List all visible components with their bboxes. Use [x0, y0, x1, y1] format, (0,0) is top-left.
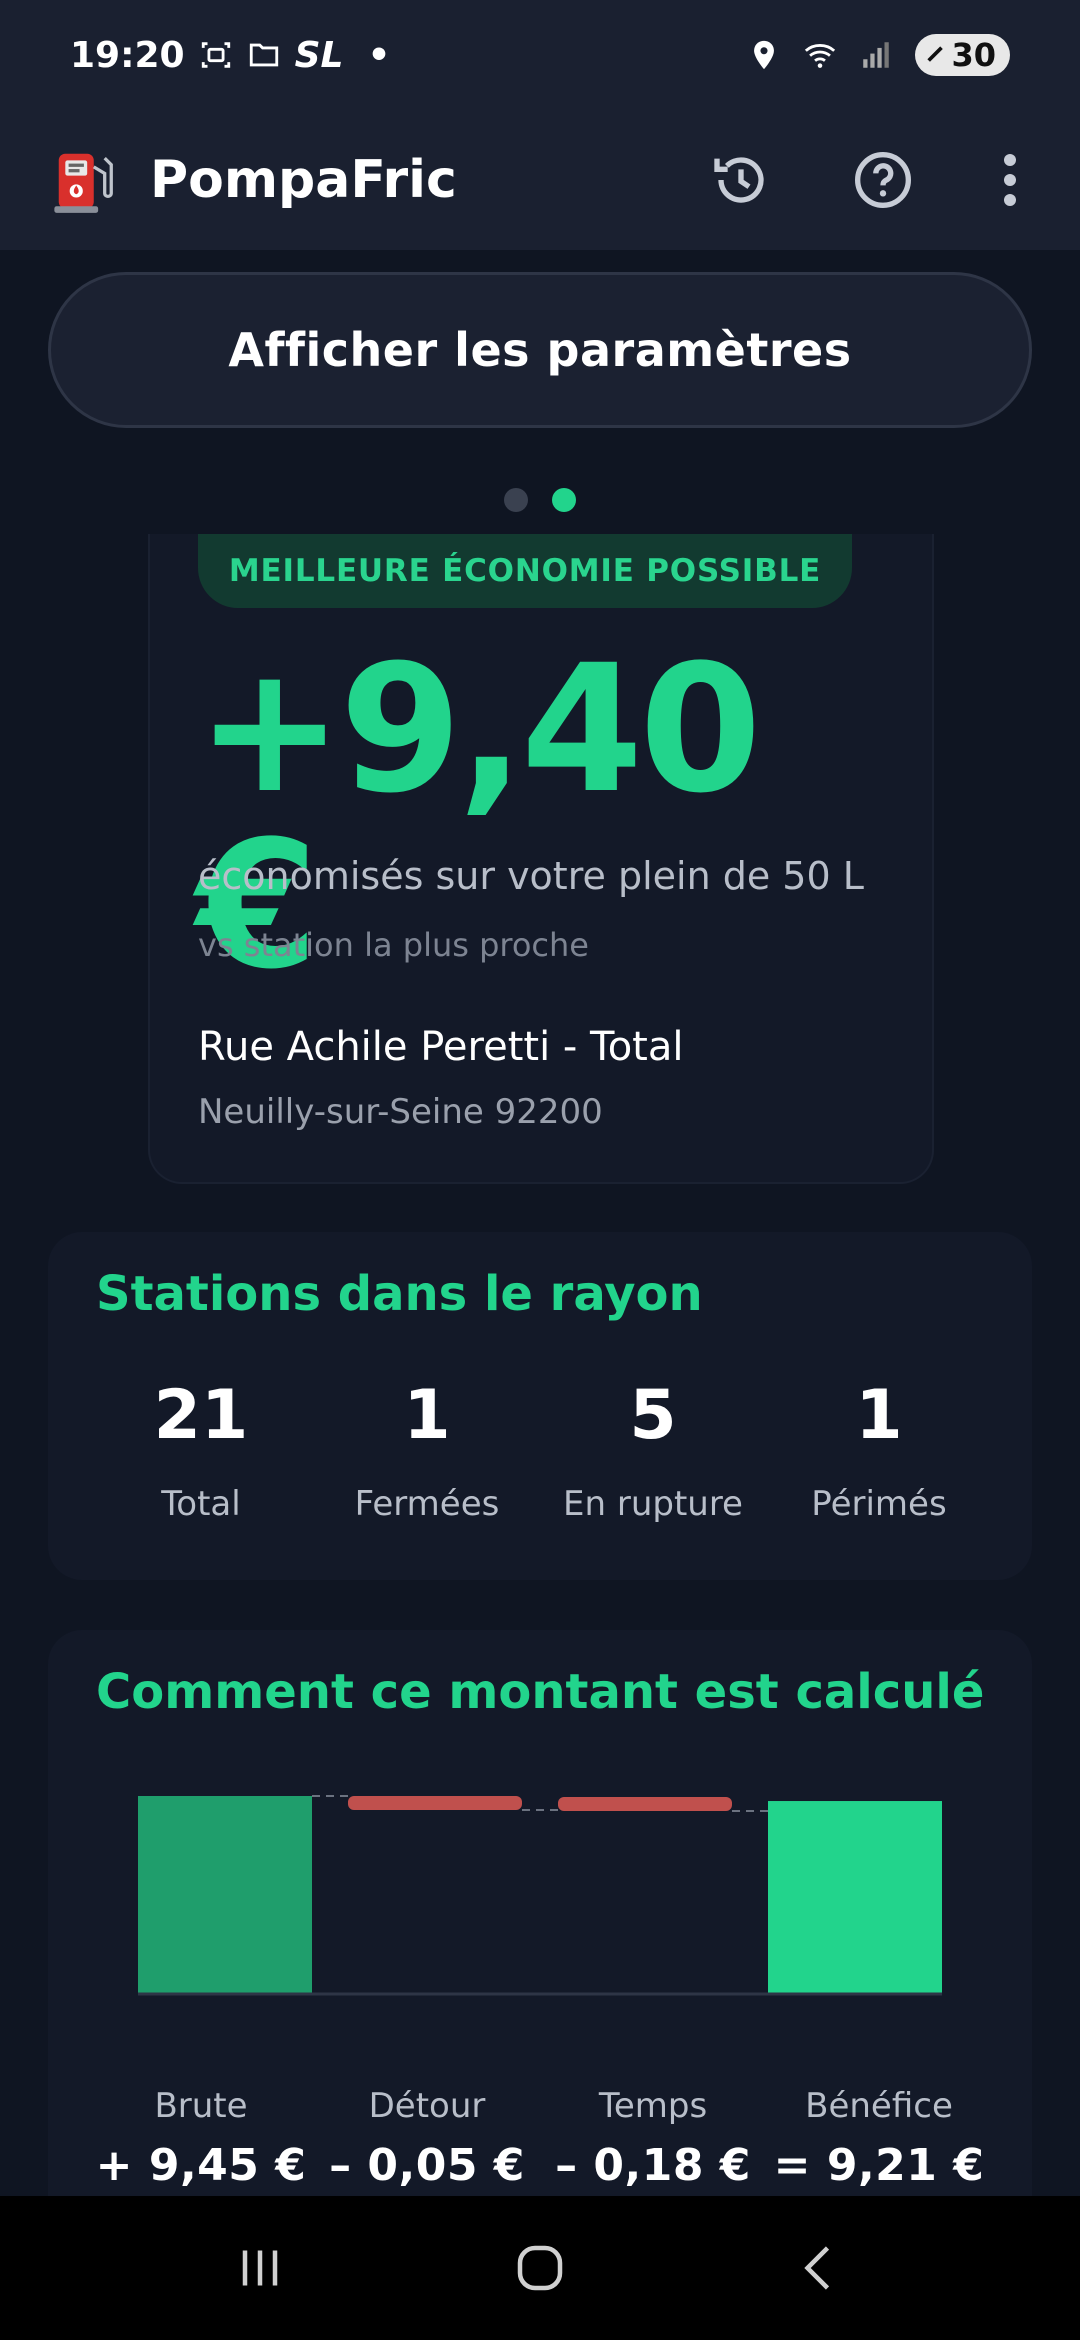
pager-indicator [504, 488, 576, 512]
home-button[interactable] [495, 2223, 585, 2313]
calculation-legend: Brute + 9,45 € Détour – 0,05 € Temps – 0… [88, 2086, 992, 2191]
legend-profit: Bénéfice = 9,21 € [766, 2086, 992, 2191]
location-icon [754, 40, 775, 70]
folder-icon [249, 43, 278, 67]
legend-detour: Détour – 0,05 € [314, 2086, 540, 2191]
stat-closed: 1 Fermées [314, 1376, 540, 1525]
calculation-card: Comment ce montant est calculé Brute + 9… [48, 1630, 1032, 2250]
chart-bar-brute [138, 1796, 312, 1994]
station-name: Rue Achile Peretti - Total [198, 1024, 684, 1070]
history-icon [714, 157, 764, 203]
savings-card[interactable]: MEILLEURE ÉCONOMIE POSSIBLE +9,40 € écon… [148, 534, 934, 1184]
best-saving-badge: MEILLEURE ÉCONOMIE POSSIBLE [198, 534, 852, 608]
pager-dot-active[interactable] [552, 488, 576, 512]
savings-description: économisés sur votre plein de 50 L [198, 854, 864, 898]
wifi-icon [805, 44, 836, 68]
screenshot-icon [201, 42, 230, 68]
stat-out-of-stock: 5 En rupture [540, 1376, 766, 1525]
stations-card: Stations dans le rayon 21 Total 1 Fermée… [48, 1232, 1032, 1580]
stat-value: 21 [153, 1376, 249, 1455]
help-icon [855, 152, 911, 208]
waterfall-chart [138, 1795, 942, 1996]
status-dot: • [367, 34, 391, 76]
legend-value: – 0,05 € [329, 2140, 525, 2191]
legend-label: Bénéfice [805, 2086, 953, 2126]
back-button[interactable] [775, 2223, 865, 2313]
signal-icon [863, 42, 890, 68]
legend-gross: Brute + 9,45 € [88, 2086, 314, 2191]
show-settings-button[interactable]: Afficher les paramètres [48, 272, 1032, 428]
more-vert-icon [1004, 154, 1016, 206]
carrier-label: SL [294, 34, 344, 76]
chart-bar-détour [348, 1796, 522, 1810]
stat-label: En rupture [563, 1484, 743, 1524]
app-title: PompaFric [150, 150, 457, 210]
pager-dot[interactable] [504, 488, 528, 512]
history-button[interactable] [706, 145, 776, 215]
stat-value: 1 [403, 1376, 451, 1455]
legend-value: + 9,45 € [95, 2140, 307, 2191]
stat-label: Périmés [811, 1484, 947, 1524]
recents-button[interactable] [215, 2223, 305, 2313]
help-button[interactable] [848, 145, 918, 215]
stat-value: 5 [629, 1376, 677, 1455]
legend-label: Détour [368, 2086, 486, 2126]
status-time: 19:20 [70, 34, 185, 76]
chart-bar-temps [558, 1797, 732, 1812]
stations-stats: 21 Total 1 Fermées 5 En rupture 1 Périmé… [88, 1376, 992, 1525]
stat-label: Total [161, 1484, 241, 1524]
fuel-pump-icon [54, 153, 113, 213]
home-icon [517, 2245, 563, 2291]
legend-label: Temps [598, 2086, 708, 2126]
screen: 19:20 SL • 30 PompaFric Afficher les par… [0, 0, 1080, 2340]
legend-value: – 0,18 € [555, 2140, 751, 2191]
station-city: Neuilly-sur-Seine 92200 [198, 1092, 603, 1132]
legend-time: Temps – 0,18 € [540, 2086, 766, 2191]
more-button[interactable] [990, 145, 1030, 215]
stat-expired: 1 Périmés [766, 1376, 992, 1525]
stations-title: Stations dans le rayon [96, 1266, 703, 1322]
back-icon [804, 2246, 830, 2290]
legend-label: Brute [154, 2086, 248, 2126]
battery-icon [927, 46, 944, 62]
savings-comparison: vs station la plus proche [198, 926, 589, 964]
stat-value: 1 [855, 1376, 903, 1455]
stat-label: Fermées [354, 1484, 500, 1524]
status-bar: 19:20 SL • 30 [0, 0, 1080, 110]
calculation-title: Comment ce montant est calculé [96, 1664, 985, 1720]
battery-level: 30 [951, 36, 996, 74]
app-bar: PompaFric [0, 110, 1080, 250]
chart-bar-bénéfice [768, 1801, 942, 1994]
battery-indicator: 30 [915, 34, 1010, 76]
navigation-bar [0, 2196, 1080, 2340]
recents-icon [242, 2250, 278, 2286]
stat-total: 21 Total [88, 1376, 314, 1525]
legend-value: = 9,21 € [773, 2140, 985, 2191]
